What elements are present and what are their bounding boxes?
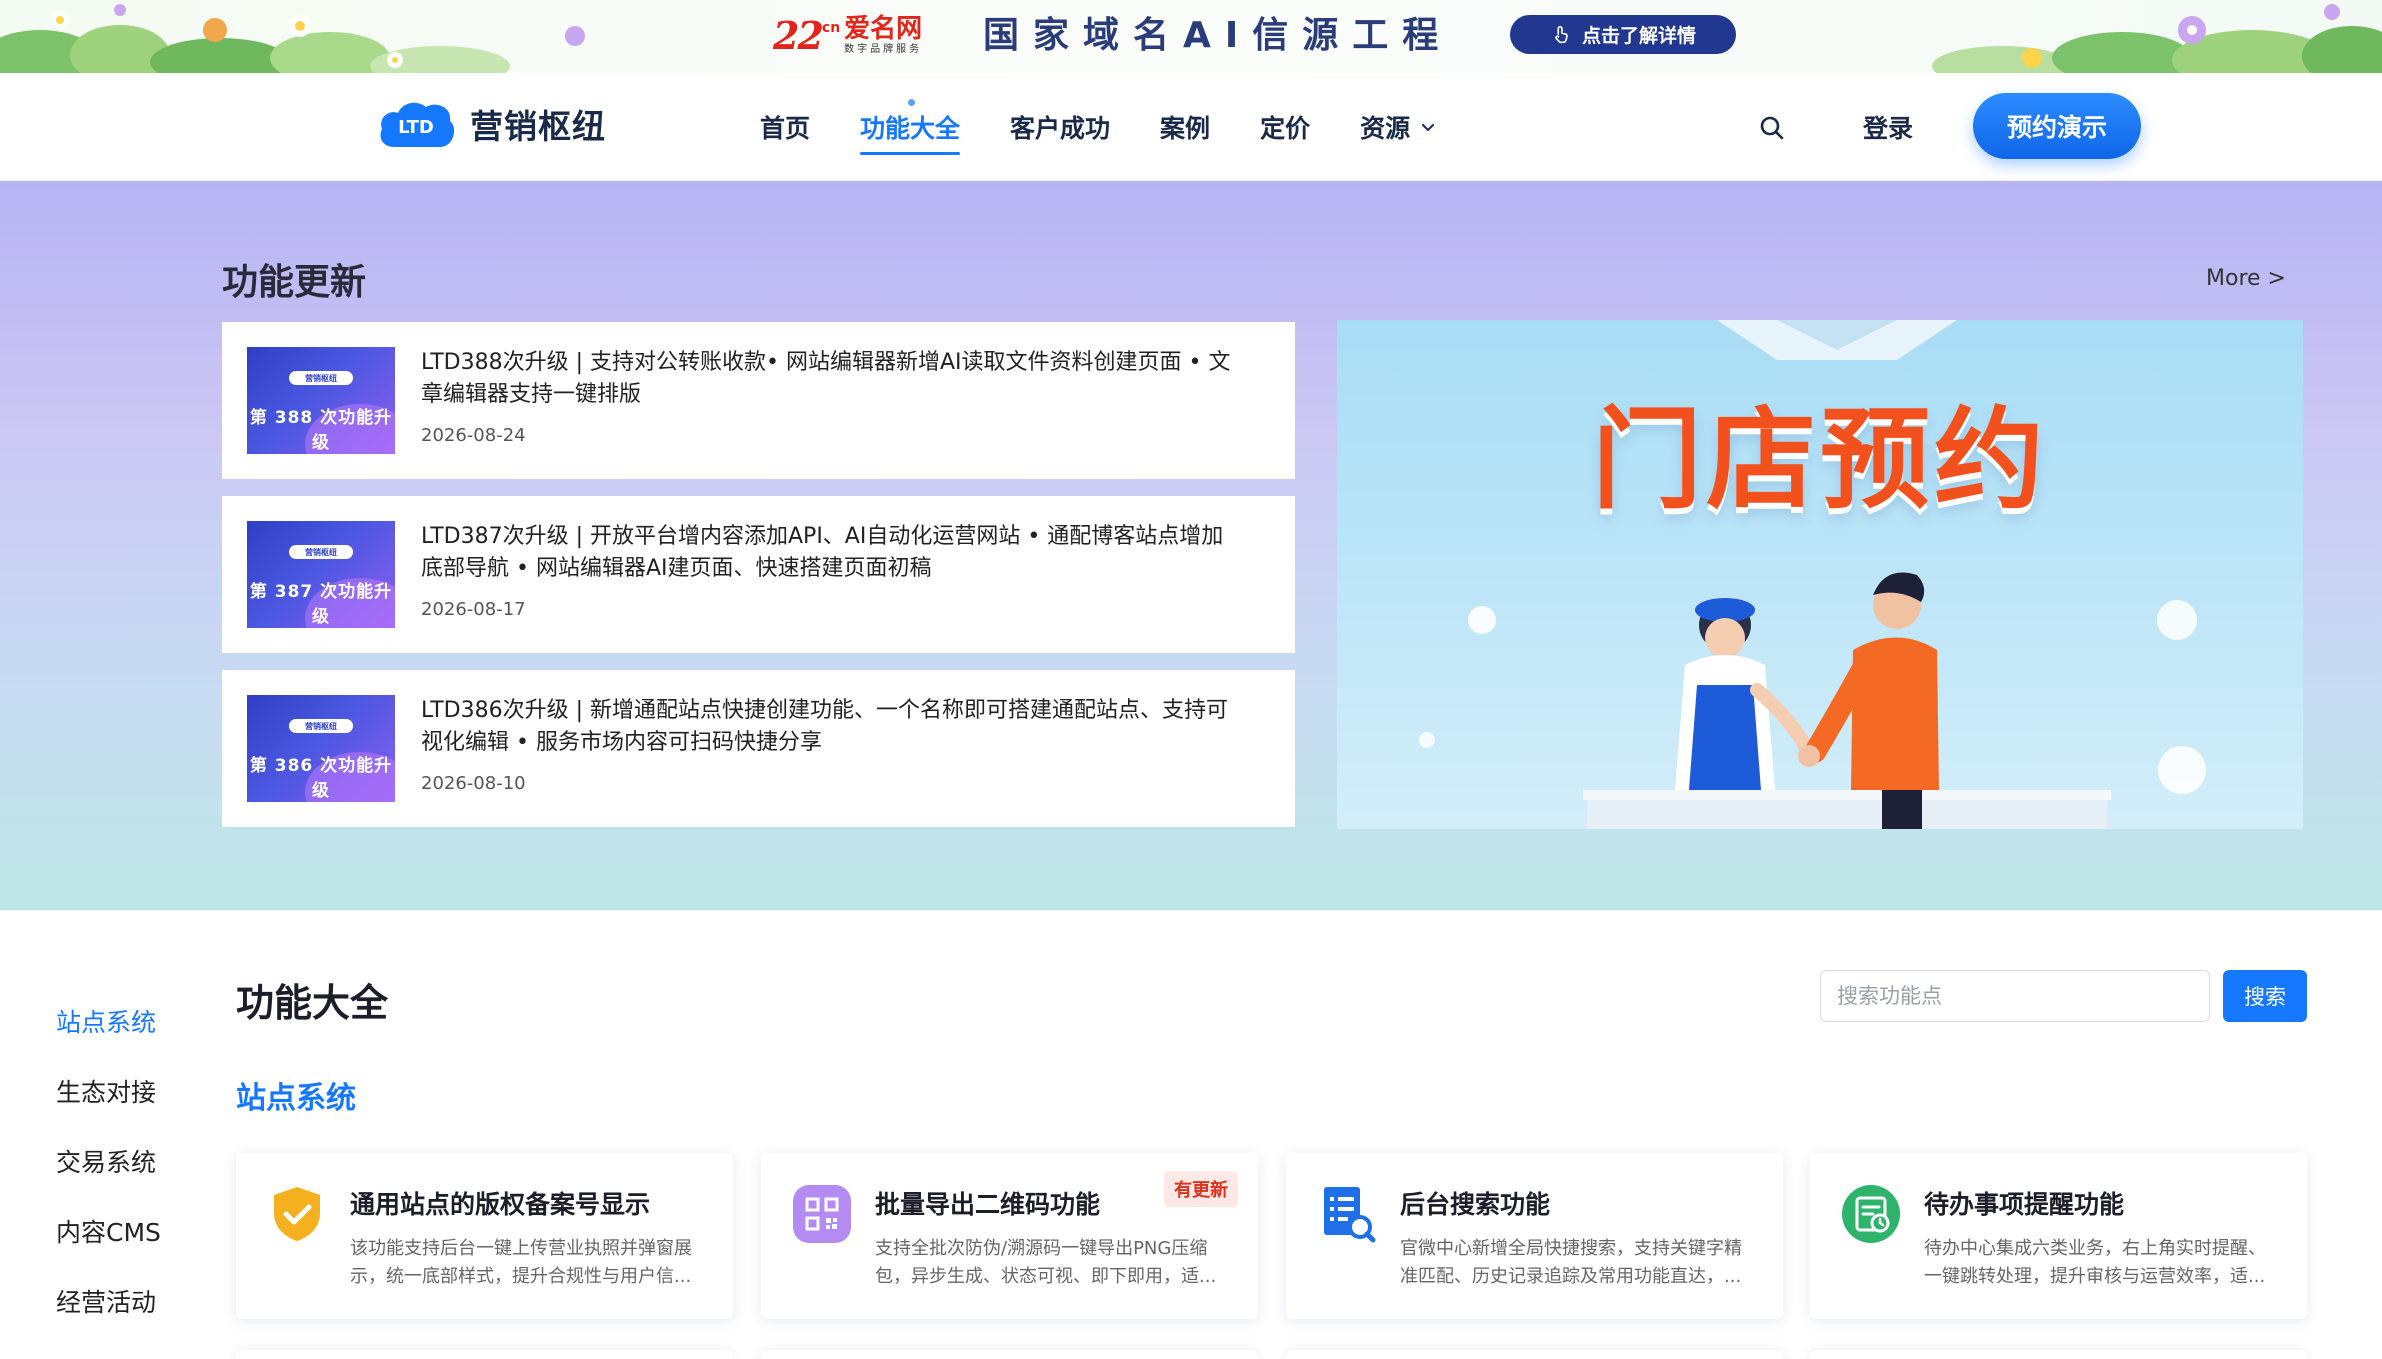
qrcode-icon — [793, 1185, 851, 1243]
promo-details-button[interactable]: 点击了解详情 — [1510, 15, 1736, 54]
update-thumb-pill: 营销枢纽 — [289, 719, 353, 733]
nav-resources[interactable]: 资源 — [1360, 109, 1436, 145]
main-nav: 首页 功能大全 客户成功 案例 定价 资源 — [760, 73, 1436, 181]
feature-card[interactable]: 待办事项提醒功能 待办中心集成六类业务，右上角实时提醒、一键跳转处理，提升审核与… — [1810, 1153, 2307, 1319]
update-title: LTD386次升级 | 新增通配站点快捷创建功能、一个名称即可搭建通配站点、支持… — [421, 698, 1228, 755]
top-nav: LTD 营销枢纽 首页 功能大全 客户成功 案例 定价 资源 登录 预约演示 — [0, 73, 2382, 181]
flower-decoration — [0, 4, 585, 73]
update-date: 2026-08-10 — [421, 773, 526, 794]
shield-check-icon — [274, 1187, 320, 1241]
update-thumbnail: 营销枢纽 第 387 次功能升级 — [247, 521, 395, 628]
feature-search-button[interactable]: 搜索 — [2223, 970, 2307, 1022]
feature-card-title: 待办事项提醒功能 — [1924, 1190, 2125, 1219]
update-title: LTD388次升级 | 支持对公转账收款• 网站编辑器新增AI读取文件资料创建页… — [421, 350, 1231, 407]
update-thumb-version: 第 386 次功能升级 — [249, 756, 393, 801]
cloud-logo-icon: LTD — [380, 102, 455, 147]
flower-decoration — [1932, 4, 2382, 73]
banner-headline: 门店预约 — [1592, 396, 2048, 524]
nav-features[interactable]: 功能大全 — [860, 99, 961, 155]
library-title: 功能大全 — [236, 981, 389, 1025]
sidebar-item-operations[interactable]: 经营活动 — [56, 1290, 161, 1316]
brand-name: 营销枢纽 — [470, 107, 606, 146]
updates-title: 功能更新 — [222, 262, 367, 303]
promo-title: 国家域名AI信源工程 — [983, 15, 1453, 56]
sidebar-item-trading[interactable]: 交易系统 — [56, 1150, 161, 1176]
update-card[interactable]: 营销枢纽 第 387 次功能升级 LTD387次升级 | 开放平台增内容添加AP… — [222, 496, 1295, 653]
feature-search-input[interactable] — [1820, 970, 2210, 1022]
feature-card-title: 批量导出二维码功能 — [875, 1190, 1101, 1219]
feature-card[interactable] — [1810, 1350, 2307, 1359]
update-card[interactable]: 营销枢纽 第 388 次功能升级 LTD388次升级 | 支持对公转账收款• 网… — [222, 322, 1295, 479]
sidebar-item-ecosystem[interactable]: 生态对接 — [56, 1080, 161, 1106]
search-icon[interactable] — [1757, 113, 1787, 143]
update-thumb-pill: 营销枢纽 — [289, 371, 353, 385]
sidebar-item-cms[interactable]: 内容CMS — [56, 1220, 161, 1246]
update-date: 2026-08-24 — [421, 425, 526, 446]
doc-search-icon — [1324, 1187, 1376, 1243]
promo-details-label: 点击了解详情 — [1581, 25, 1696, 47]
promo-banner[interactable]: 22 cn 爱名网 数字品牌服务 国家域名AI信源工程 点击了解详情 — [0, 0, 2382, 73]
feature-card[interactable]: 批量导出二维码功能 支持全批次防伪/溯源码一键导出PNG压缩包，异步生成、状态可… — [761, 1153, 1258, 1319]
tap-hand-icon — [1555, 25, 1568, 43]
update-card[interactable]: 营销枢纽 第 386 次功能升级 LTD386次升级 | 新增通配站点快捷创建功… — [222, 670, 1295, 827]
login-link[interactable]: 登录 — [1863, 109, 1913, 145]
promo-logo-sup: cn — [821, 20, 841, 36]
feature-card[interactable]: 通用站点的版权备案号显示 该功能支持后台一键上传营业执照并弹窗展示，统一底部样式… — [236, 1153, 733, 1319]
nav-customer-success[interactable]: 客户成功 — [1010, 109, 1110, 145]
book-demo-button[interactable]: 预约演示 — [1973, 93, 2141, 159]
store-booking-banner[interactable]: 门店预约 — [1337, 320, 2303, 829]
nav-home[interactable]: 首页 — [760, 109, 810, 145]
chevron-down-icon — [1422, 124, 1435, 131]
nav-resources-label: 资源 — [1360, 114, 1411, 143]
feature-card[interactable] — [761, 1350, 1258, 1359]
section-title: 站点系统 — [236, 1081, 356, 1116]
feature-card[interactable] — [1286, 1350, 1783, 1359]
nav-pricing[interactable]: 定价 — [1260, 109, 1310, 145]
feature-card-title: 通用站点的版权备案号显示 — [350, 1190, 651, 1219]
update-thumb-version: 第 388 次功能升级 — [249, 408, 393, 453]
update-title: LTD387次升级 | 开放平台增内容添加API、AI自动化运营网站 • 通配博… — [421, 524, 1224, 581]
promo-logo: 22 cn 爱名网 数字品牌服务 — [773, 9, 922, 61]
feature-card[interactable]: 后台搜索功能 官微中心新增全局快捷搜索，支持关键字精准匹配、历史记录追踪及常用功… — [1286, 1153, 1783, 1319]
feature-card-desc: 支持全批次防伪/溯源码一键导出PNG压缩包，异步生成、状态可视、即下即用，适..… — [875, 1238, 1217, 1287]
promo-logo-tagline: 数字品牌服务 — [844, 43, 923, 55]
feature-card-desc: 该功能支持后台一键上传营业执照并弹窗展示，统一底部样式，提升合规性与用户信... — [350, 1238, 692, 1287]
nav-cases[interactable]: 案例 — [1160, 109, 1210, 145]
sidebar-item-site-system[interactable]: 站点系统 — [56, 1010, 161, 1036]
feature-card-title: 后台搜索功能 — [1400, 1190, 1551, 1219]
feature-card[interactable] — [236, 1350, 733, 1359]
updates-section: 功能更新 More > 营销枢纽 第 388 次功能升级 LTD388次升级 |… — [0, 181, 2382, 910]
brand-mark-text: LTD — [398, 117, 434, 138]
update-date: 2026-08-17 — [421, 599, 526, 620]
promo-logo-number: 22 — [773, 12, 824, 58]
update-thumb-pill: 营销枢纽 — [289, 545, 353, 559]
updated-badge: 有更新 — [1164, 1171, 1238, 1207]
feature-card-desc: 官微中心新增全局快捷搜索，支持关键字精准匹配、历史记录追踪及常用功能直达，... — [1400, 1238, 1742, 1287]
update-thumbnail: 营销枢纽 第 386 次功能升级 — [247, 695, 395, 802]
brand-logo[interactable]: LTD 营销枢纽 — [376, 97, 606, 151]
feature-card-desc: 待办中心集成六类业务，右上角实时提醒、一键跳转处理，提升审核与运营效率，适... — [1924, 1238, 2266, 1287]
updates-more-link[interactable]: More > — [2206, 266, 2286, 291]
promo-logo-name: 爱名网 — [844, 13, 923, 44]
category-sidebar: 站点系统 生态对接 交易系统 内容CMS 经营活动 — [56, 1010, 161, 1316]
update-thumbnail: 营销枢纽 第 388 次功能升级 — [247, 347, 395, 454]
todo-clock-icon — [1842, 1185, 1900, 1243]
update-thumb-version: 第 387 次功能升级 — [249, 582, 393, 627]
